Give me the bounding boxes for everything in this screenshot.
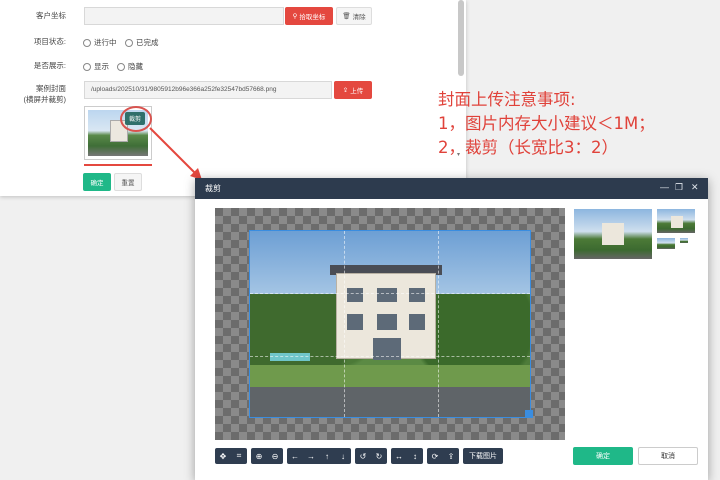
preview-large — [573, 208, 653, 260]
preview-small — [656, 237, 676, 250]
tool-group-misc: ⟳ ⇪ — [427, 448, 459, 464]
close-icon[interactable]: ✕ — [691, 182, 699, 193]
submit-button[interactable]: 确定 — [83, 173, 111, 191]
house-shape — [602, 223, 624, 245]
lawn — [250, 364, 530, 388]
house — [336, 273, 436, 360]
status-option-label: 进行中 — [94, 38, 117, 47]
display-radio-hide[interactable]: 隐藏 — [117, 61, 143, 72]
radio-circle-icon — [83, 38, 91, 47]
display-label: 是否展示: — [33, 61, 66, 70]
dialog-header: 裁剪 — ❐ ✕ — [195, 178, 708, 199]
arrow-right-icon[interactable]: → — [303, 448, 319, 464]
display-option-label: 显示 — [94, 62, 109, 71]
cover-label: 案例封面 — [36, 84, 66, 93]
download-image-button[interactable]: 下载图片 — [463, 448, 503, 464]
note-title: 封面上传注意事项: — [438, 90, 576, 109]
status-radio-in-progress[interactable]: 进行中 — [83, 37, 117, 48]
rotate-right-icon[interactable]: ↻ — [371, 448, 387, 464]
crop-toolbar: ✥ ⌗ ⊕ ⊖ ← → ↑ ↓ ↺ ↻ ↔ ↕ ⟳ ⇪ 下载图片 — [215, 448, 503, 464]
clear-label: 清除 — [352, 14, 366, 21]
radio-circle-icon — [83, 62, 91, 71]
window — [409, 314, 425, 330]
note-size: 1，图片内存大小建议＜1M； — [438, 114, 655, 133]
pool — [270, 353, 310, 361]
upload-notes: 封面上传注意事项: 1，图片内存大小建议＜1M； 2，裁剪（长宽比3：2） — [438, 88, 655, 160]
flip-horizontal-icon[interactable]: ↔ — [391, 448, 407, 464]
display-option-label: 隐藏 — [128, 62, 143, 71]
project-form-panel: 客户坐标 ⚲ 拾取坐标 🗑 清除 项目状态: 进行中 已完成 是否展示: 显示 … — [0, 0, 466, 196]
reset-button[interactable]: 重置 — [114, 173, 142, 191]
window — [347, 288, 363, 302]
tool-group-mode: ✥ ⌗ — [215, 448, 247, 464]
move-icon[interactable]: ✥ — [215, 448, 231, 464]
flip-vertical-icon[interactable]: ↕ — [407, 448, 423, 464]
preview-medium — [656, 208, 696, 234]
radio-circle-icon — [125, 38, 133, 47]
arrow-down-icon[interactable]: ↓ — [335, 448, 351, 464]
arrow-left-icon[interactable]: ← — [287, 448, 303, 464]
crop-guide-line — [344, 231, 345, 417]
coord-label: 客户坐标 — [36, 11, 66, 20]
maximize-icon[interactable]: ❐ — [675, 182, 683, 193]
crop-guide-line — [438, 231, 439, 417]
crop-guide-line — [250, 293, 530, 294]
status-option-label: 已完成 — [136, 38, 159, 47]
road — [250, 387, 530, 417]
display-radio-show[interactable]: 显示 — [83, 61, 109, 72]
crop-icon[interactable]: ⌗ — [231, 448, 247, 464]
upload-icon: ⇪ — [342, 87, 349, 94]
window — [409, 288, 425, 302]
zoom-in-icon[interactable]: ⊕ — [251, 448, 267, 464]
note-ratio: 2，裁剪（长宽比3：2） — [438, 138, 618, 157]
crop-canvas[interactable] — [215, 208, 565, 440]
location-pin-icon: ⚲ — [292, 13, 298, 20]
dialog-cancel-button[interactable]: 取消 — [638, 447, 698, 465]
preview-tiny — [679, 237, 689, 244]
status-radio-completed[interactable]: 已完成 — [125, 37, 159, 48]
pick-coord-button[interactable]: ⚲ 拾取坐标 — [285, 7, 333, 25]
tool-group-flip: ↔ ↕ — [391, 448, 423, 464]
crop-guide-line — [250, 356, 530, 357]
clear-button[interactable]: 🗑 清除 — [336, 7, 372, 25]
radio-circle-icon — [117, 62, 125, 71]
cover-label-hint: (横屏并裁剪) — [23, 95, 67, 104]
zoom-out-icon[interactable]: ⊖ — [267, 448, 283, 464]
resize-handle[interactable] — [525, 410, 533, 418]
pick-coord-label: 拾取坐标 — [299, 14, 326, 21]
tool-group-rotate: ↺ ↻ — [355, 448, 387, 464]
dialog-title: 裁剪 — [205, 184, 221, 193]
status-label: 项目状态: — [33, 37, 66, 46]
crop-selection[interactable] — [249, 230, 531, 418]
crop-dialog: 裁剪 — ❐ ✕ ✥ ⌗ ⊕ ⊖ ← → ↑ ↓ ↺ ↻ ↔ ↕ ⟳ ⇪ 下载图… — [195, 178, 708, 480]
window — [347, 314, 363, 330]
coord-input[interactable] — [84, 7, 284, 25]
window — [377, 288, 397, 302]
tool-group-move: ← → ↑ ↓ — [287, 448, 351, 464]
minimize-icon[interactable]: — — [660, 182, 669, 192]
dialog-confirm-button[interactable]: 确定 — [573, 447, 633, 465]
upload-label: 上传 — [350, 88, 364, 95]
arrow-up-icon[interactable]: ↑ — [319, 448, 335, 464]
refresh-icon[interactable]: ⟳ — [427, 448, 443, 464]
cover-path-input[interactable]: /uploads/202510/31/9805912b96e366a252fe3… — [84, 81, 332, 99]
trash-icon: 🗑 — [342, 13, 351, 20]
upload-button[interactable]: ⇪ 上传 — [334, 81, 372, 99]
upload-icon[interactable]: ⇪ — [443, 448, 459, 464]
scrollbar[interactable] — [458, 0, 464, 76]
house-shape — [671, 216, 683, 228]
rotate-left-icon[interactable]: ↺ — [355, 448, 371, 464]
tool-group-zoom: ⊕ ⊖ — [251, 448, 283, 464]
window — [377, 314, 397, 330]
